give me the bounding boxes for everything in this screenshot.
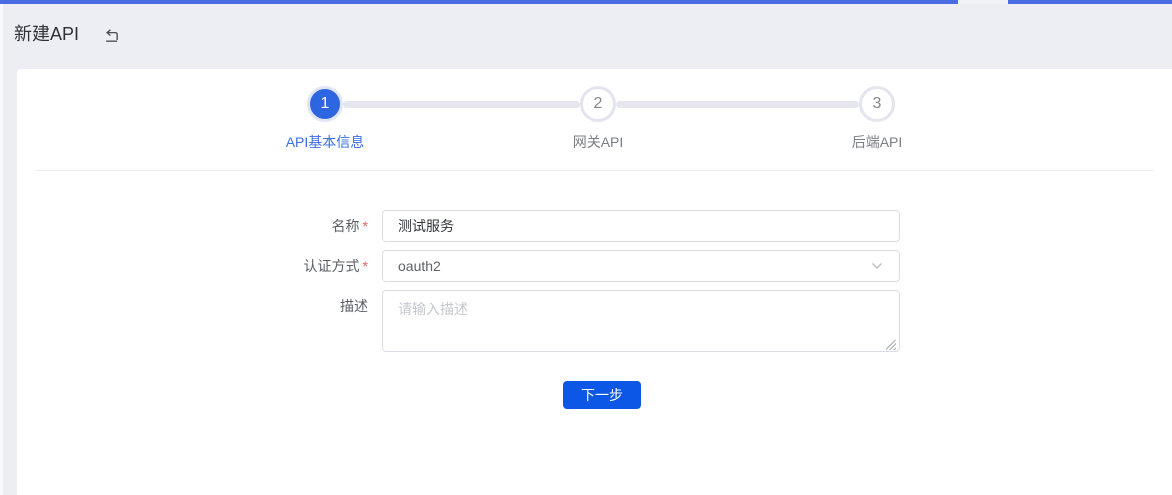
textarea-resize-handle[interactable] xyxy=(886,340,896,350)
return-arrow-icon[interactable] xyxy=(103,27,121,45)
section-divider xyxy=(36,170,1153,171)
step-1-circle[interactable]: 1 xyxy=(307,86,343,122)
auth-method-selected-value: oauth2 xyxy=(398,258,870,274)
name-input[interactable] xyxy=(382,210,900,242)
chevron-down-icon xyxy=(870,259,884,273)
step-3-label[interactable]: 后端API xyxy=(807,132,947,152)
wizard-card: 1 2 3 API基本信息 网关API 后端API 名称* 认证方式* oaut… xyxy=(17,69,1172,495)
step-3-circle[interactable]: 3 xyxy=(859,86,895,122)
description-field-label: 描述 xyxy=(248,290,368,322)
name-field-label: 名称* xyxy=(248,210,368,242)
step-2-circle[interactable]: 2 xyxy=(580,86,616,122)
page: 新建API 1 2 3 API基本信息 网关API 后端API 名称* 认证方式… xyxy=(0,0,1172,495)
auth-method-field-label: 认证方式* xyxy=(248,250,368,282)
required-asterisk: * xyxy=(363,258,368,274)
required-asterisk: * xyxy=(363,218,368,234)
top-accent-bar xyxy=(0,0,1172,4)
topbar-gap xyxy=(958,0,1008,4)
auth-method-select[interactable]: oauth2 xyxy=(382,250,900,282)
page-title: 新建API xyxy=(14,20,79,46)
step-2-label[interactable]: 网关API xyxy=(528,132,668,152)
step-connector-1 xyxy=(343,101,580,108)
left-edge-strip xyxy=(0,4,3,495)
step-1-label[interactable]: API基本信息 xyxy=(255,132,395,152)
next-step-button[interactable]: 下一步 xyxy=(563,381,641,409)
step-connector-2 xyxy=(616,101,859,108)
description-textarea[interactable] xyxy=(382,290,900,352)
